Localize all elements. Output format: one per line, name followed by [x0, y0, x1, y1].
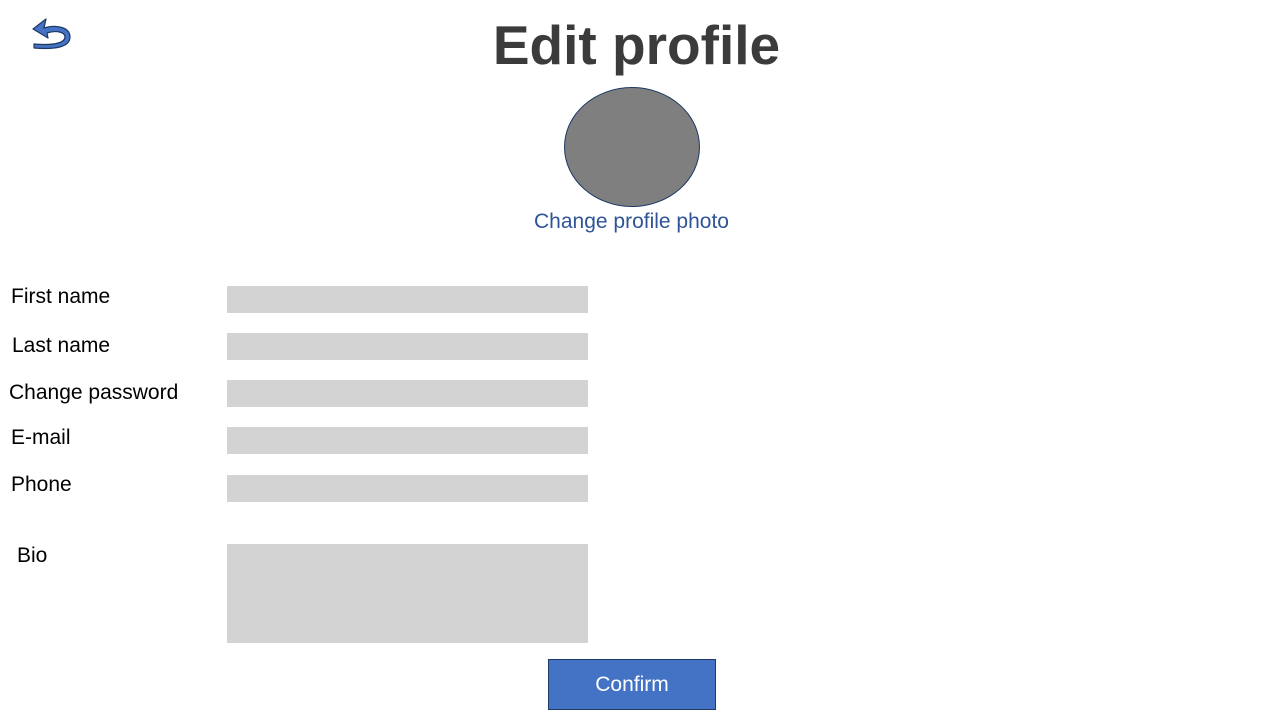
bio-textarea[interactable] — [227, 544, 588, 643]
change-profile-photo-link[interactable]: Change profile photo — [0, 207, 1263, 237]
confirm-button[interactable]: Confirm — [548, 659, 716, 710]
bio-label: Bio — [17, 544, 48, 567]
last-name-input[interactable] — [227, 333, 588, 360]
email-input[interactable] — [227, 427, 588, 454]
email-label: E-mail — [11, 426, 71, 449]
first-name-label: First name — [11, 285, 111, 308]
change-password-input[interactable] — [227, 380, 588, 407]
phone-label: Phone — [11, 473, 72, 496]
page-title: Edit profile — [492, 14, 781, 76]
avatar[interactable] — [564, 87, 700, 207]
first-name-input[interactable] — [227, 286, 588, 313]
change-password-label: Change password — [9, 381, 179, 404]
last-name-label: Last name — [12, 334, 111, 357]
phone-input[interactable] — [227, 475, 588, 502]
